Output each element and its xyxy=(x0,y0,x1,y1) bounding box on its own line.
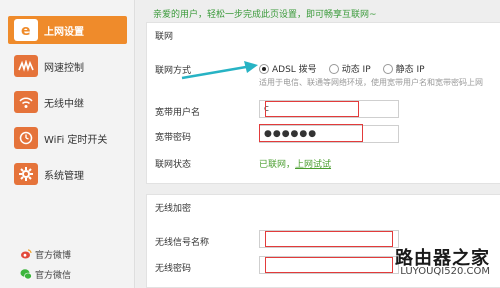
sidebar-item-system-management[interactable]: 系统管理 xyxy=(8,160,127,188)
ssid-label: 无线信号名称 xyxy=(155,238,210,248)
sidebar-item-label: 系统管理 xyxy=(44,170,84,182)
sidebar-item-wifi-timer[interactable]: WiFi 定时开关 xyxy=(8,124,127,152)
sidebar-item-label: WiFi 定时开关 xyxy=(44,134,108,146)
username-highlight xyxy=(265,101,359,117)
radio-dot xyxy=(328,63,339,74)
globe-e-icon: e xyxy=(14,19,38,41)
wireless-section-title: 无线加密 xyxy=(155,204,192,214)
radio-dynamic-ip-label: 动态 IP xyxy=(341,65,371,75)
sidebar: e 上网设置 网速控制 无线中继 WiFi 定时开关 系统管理 官方微博 官方微… xyxy=(0,0,135,288)
radio-static-ip[interactable]: 静态 IP xyxy=(382,62,425,75)
sidebar-item-wireless-relay[interactable]: 无线中继 xyxy=(8,88,127,116)
username-label: 宽带用户名 xyxy=(155,108,201,118)
wechat-link[interactable]: 官方微信 xyxy=(20,267,71,281)
radio-dynamic-ip[interactable]: 动态 IP xyxy=(328,62,371,75)
sidebar-item-label: 上网设置 xyxy=(44,26,84,38)
gear-icon xyxy=(14,163,38,185)
sidebar-item-speed-control[interactable]: 网速控制 xyxy=(8,52,127,80)
notice-text: 亲爱的用户，轻松一步完成此页设置，即可畅享互联网~ xyxy=(153,10,377,20)
svg-text:e: e xyxy=(21,23,31,38)
weibo-icon xyxy=(20,248,32,260)
internet-section-title: 联网 xyxy=(155,32,174,42)
ssid-highlight xyxy=(265,231,393,247)
watermark-logo-en: LUYOUQI520.COM xyxy=(400,266,490,277)
speed-wave-icon xyxy=(14,55,38,77)
sidebar-item-label: 网速控制 xyxy=(44,62,84,74)
internet-panel: 联网 联网方式 ADSL 拨号 动态 IP 静态 IP 适用于电信、联通等网络环… xyxy=(146,22,500,184)
password-highlight xyxy=(259,124,363,142)
try-internet-link[interactable]: 上网试试 xyxy=(295,160,331,170)
wireless-password-label: 无线密码 xyxy=(155,264,192,274)
sidebar-item-internet-settings[interactable]: e 上网设置 xyxy=(8,16,127,44)
password-label: 宽带密码 xyxy=(155,133,192,143)
radio-adsl[interactable]: ADSL 拨号 xyxy=(259,62,317,75)
status-text: 已联网， xyxy=(259,160,296,170)
connection-status: 已联网，上网试试 xyxy=(259,157,331,170)
adsl-hint: 适用于电信、联通等网络环境，使用宽带用户名和宽带密码上网 xyxy=(259,78,483,87)
connection-method-radio-group: ADSL 拨号 动态 IP 静态 IP xyxy=(259,62,437,75)
annotation-arrow-icon xyxy=(181,61,258,80)
connection-status-label: 联网状态 xyxy=(155,160,192,170)
radio-static-ip-label: 静态 IP xyxy=(395,65,425,75)
radio-dot xyxy=(382,63,393,74)
weibo-link[interactable]: 官方微博 xyxy=(20,247,71,261)
wechat-icon xyxy=(20,268,32,280)
radio-adsl-label: ADSL 拨号 xyxy=(272,65,317,75)
sidebar-item-label: 无线中继 xyxy=(44,98,84,110)
weibo-label: 官方微博 xyxy=(35,250,72,261)
wireless-password-highlight xyxy=(265,257,393,273)
wireless-relay-icon xyxy=(14,91,38,113)
wechat-label: 官方微信 xyxy=(35,270,72,281)
wifi-timer-icon xyxy=(14,127,38,149)
